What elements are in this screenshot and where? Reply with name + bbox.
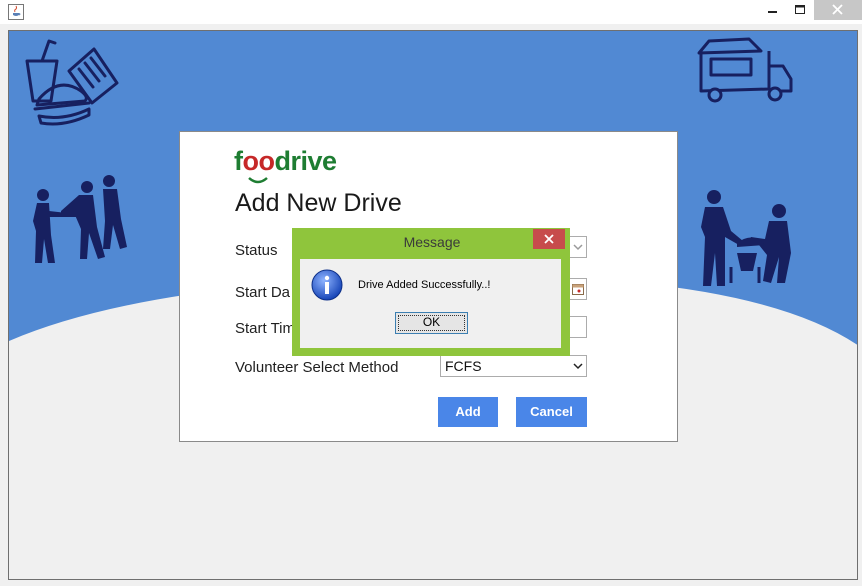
logo-part-3: drive [274,146,338,176]
dialog-title: Message [403,234,461,250]
ok-button[interactable]: OK [395,312,468,334]
logo-part-1: f [234,146,243,176]
start-time-label: Start Tim [235,320,296,337]
minimize-icon [768,11,777,13]
chevron-down-icon [573,363,583,370]
minimize-button[interactable] [758,0,788,20]
foodrive-logo: foodrive [234,146,338,186]
status-label: Status [235,242,278,259]
logo-smile-icon [248,177,268,184]
page-title: Add New Drive [235,189,402,217]
volunteer-method-select[interactable]: FCFS [440,355,587,377]
window-titlebar [0,0,862,24]
information-icon [311,269,343,301]
java-cup-icon[interactable] [8,4,24,20]
close-icon [544,234,554,244]
maximize-icon [795,5,805,14]
message-dialog: Message Drive Added Successfully..! OK [292,228,570,356]
dialog-message: Drive Added Successfully..! [358,279,491,291]
dialog-close-button[interactable] [533,229,565,249]
volunteer-method-value: FCFS [445,358,482,374]
close-button[interactable] [814,0,862,20]
maximize-button[interactable] [786,0,814,20]
close-icon [832,4,843,15]
logo-part-2: oo [242,146,276,176]
volunteer-method-label: Volunteer Select Method [235,359,399,376]
cancel-button[interactable]: Cancel [516,397,587,427]
focus-ring [398,315,465,331]
calendar-icon[interactable] [572,283,584,295]
start-date-label: Start Da [235,284,291,301]
dialog-body: Drive Added Successfully..! OK [300,259,561,348]
chevron-down-icon [573,244,583,251]
add-button[interactable]: Add [438,397,498,427]
